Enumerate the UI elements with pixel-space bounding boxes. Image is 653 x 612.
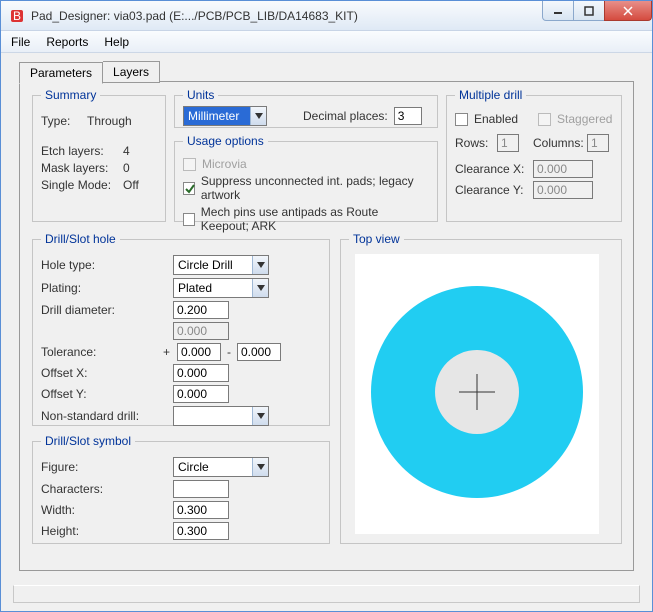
drill-symbol-legend: Drill/Slot symbol	[41, 434, 135, 448]
summary-single-label: Single Mode:	[41, 178, 117, 192]
hole-type-combo[interactable]: Circle Drill	[173, 255, 269, 275]
height-label: Height:	[41, 524, 167, 538]
tolerance-minus-input[interactable]	[237, 343, 281, 361]
drill-diameter-2-input	[173, 322, 229, 340]
hole-type-value: Circle Drill	[174, 256, 252, 274]
plating-label: Plating:	[41, 281, 167, 295]
offset-x-label: Offset X:	[41, 366, 167, 380]
menu-file[interactable]: File	[11, 35, 30, 49]
summary-etch-label: Etch layers:	[41, 144, 117, 158]
statusbar	[13, 585, 640, 603]
chevron-down-icon	[250, 107, 266, 125]
chevron-down-icon	[252, 458, 268, 476]
width-input[interactable]	[173, 501, 229, 519]
rows-input	[497, 134, 519, 152]
units-legend: Units	[183, 88, 218, 102]
tolerance-sep: -	[227, 345, 231, 359]
summary-type-value: Through	[87, 114, 132, 128]
non-standard-combo[interactable]	[173, 406, 269, 426]
rows-label: Rows:	[455, 136, 491, 150]
multiple-drill-legend: Multiple drill	[455, 88, 526, 102]
tolerance-plus-input[interactable]	[177, 343, 221, 361]
window-title: Pad_Designer: via03.pad (E:.../PCB/PCB_L…	[31, 9, 358, 23]
menu-help[interactable]: Help	[104, 35, 129, 49]
decimal-places-label: Decimal places:	[303, 109, 388, 123]
tabs: Parameters Layers	[19, 61, 160, 83]
tolerance-plus: +	[163, 345, 171, 359]
tab-layers[interactable]: Layers	[103, 61, 160, 83]
clearance-y-input	[533, 181, 593, 199]
microvia-label: Microvia	[202, 157, 247, 171]
columns-label: Columns:	[533, 136, 581, 150]
drill-diameter-input[interactable]	[173, 301, 229, 319]
drill-hole-legend: Drill/Slot hole	[41, 232, 120, 246]
plating-value: Plated	[174, 279, 252, 297]
suppress-label: Suppress unconnected int. pads; legacy a…	[201, 174, 429, 202]
drill-diameter-label: Drill diameter:	[41, 303, 167, 317]
summary-mask-label: Mask layers:	[41, 161, 117, 175]
maximize-button[interactable]	[573, 1, 605, 21]
enabled-checkbox[interactable]	[455, 113, 468, 126]
units-combo[interactable]: Millimeter	[183, 106, 267, 126]
summary-type-label: Type:	[41, 114, 81, 128]
menu-reports[interactable]: Reports	[46, 35, 88, 49]
summary-mask-value: 0	[123, 161, 130, 175]
clearance-y-label: Clearance Y:	[455, 183, 527, 197]
suppress-checkbox[interactable]	[183, 182, 195, 195]
titlebar[interactable]: B Pad_Designer: via03.pad (E:.../PCB/PCB…	[1, 1, 652, 31]
enabled-label: Enabled	[474, 112, 518, 126]
staggered-label: Staggered	[557, 112, 612, 126]
characters-label: Characters:	[41, 482, 167, 496]
drill-hole-group: Drill/Slot hole Hole type: Circle Drill …	[32, 232, 330, 426]
usage-legend: Usage options	[183, 134, 268, 148]
mech-label: Mech pins use antipads as Route Keepout;…	[201, 205, 429, 233]
top-view-group: Top view	[340, 232, 622, 544]
clearance-x-input	[533, 160, 593, 178]
figure-value: Circle	[174, 458, 252, 476]
top-view-legend: Top view	[349, 232, 404, 246]
app-window: B Pad_Designer: via03.pad (E:.../PCB/PCB…	[0, 0, 653, 612]
chevron-down-icon	[252, 256, 268, 274]
summary-legend: Summary	[41, 88, 100, 102]
drill-symbol-group: Drill/Slot symbol Figure: Circle Charact…	[32, 434, 330, 544]
width-label: Width:	[41, 503, 167, 517]
chevron-down-icon	[252, 407, 268, 425]
offset-y-label: Offset Y:	[41, 387, 167, 401]
summary-group: Summary Type: Through Etch layers: 4 Mask …	[32, 88, 166, 222]
clearance-x-label: Clearance X:	[455, 162, 527, 176]
summary-single-value: Off	[123, 178, 139, 192]
menubar: File Reports Help	[1, 31, 652, 53]
units-value: Millimeter	[184, 107, 250, 125]
usage-group: Usage options Microvia Suppress unconnec…	[174, 134, 438, 222]
hole-type-label: Hole type:	[41, 258, 167, 272]
offset-y-input[interactable]	[173, 385, 229, 403]
height-input[interactable]	[173, 522, 229, 540]
parameters-panel: Summary Type: Through Etch layers: 4 Mask …	[19, 81, 634, 571]
close-button[interactable]	[604, 1, 652, 21]
window-controls	[543, 1, 652, 21]
svg-text:B: B	[13, 9, 21, 23]
staggered-checkbox	[538, 113, 551, 126]
summary-etch-value: 4	[123, 144, 130, 158]
minimize-button[interactable]	[542, 1, 574, 21]
figure-combo[interactable]: Circle	[173, 457, 269, 477]
tab-parameters[interactable]: Parameters	[19, 62, 103, 84]
microvia-checkbox	[183, 158, 196, 171]
columns-input	[587, 134, 609, 152]
non-standard-label: Non-standard drill:	[41, 409, 167, 423]
chevron-down-icon	[252, 279, 268, 297]
tolerance-label: Tolerance:	[41, 345, 157, 359]
offset-x-input[interactable]	[173, 364, 229, 382]
figure-label: Figure:	[41, 460, 167, 474]
non-standard-value	[174, 407, 252, 425]
characters-input[interactable]	[173, 480, 229, 498]
decimal-places-input[interactable]	[394, 107, 422, 125]
units-group: Units Millimeter Decimal places:	[174, 88, 438, 128]
top-view-preview	[355, 254, 599, 534]
multiple-drill-group: Multiple drill Enabled Staggered Rows: C…	[446, 88, 622, 222]
app-icon: B	[9, 8, 25, 24]
mech-checkbox[interactable]	[183, 213, 195, 226]
plating-combo[interactable]: Plated	[173, 278, 269, 298]
